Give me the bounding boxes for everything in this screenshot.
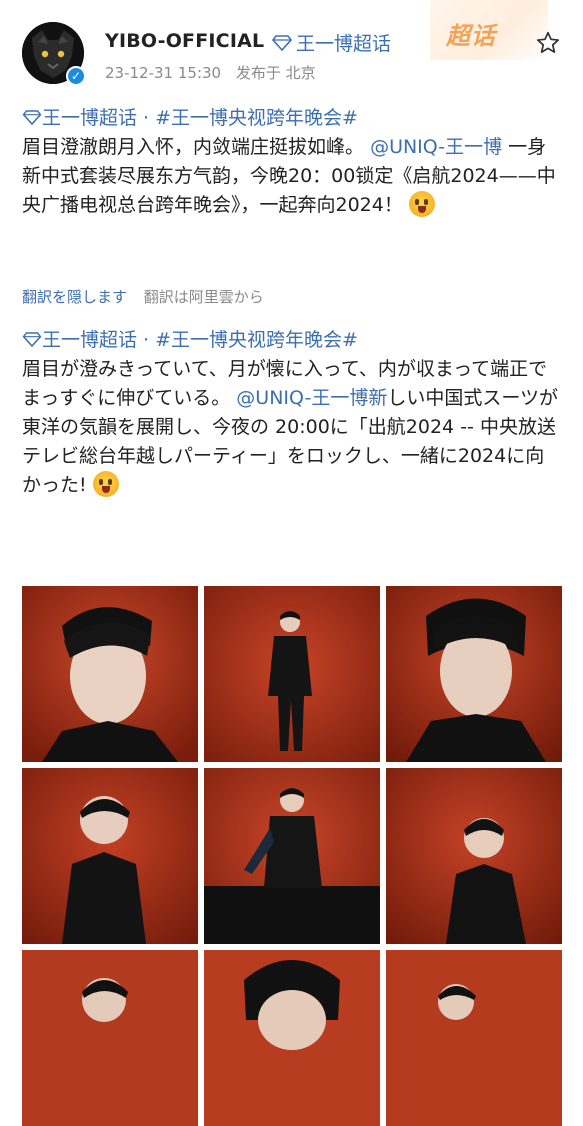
diamond-icon xyxy=(22,332,42,348)
star-outline-icon[interactable] xyxy=(535,30,561,56)
hide-translation-link[interactable]: 翻訳を隠します xyxy=(22,288,127,306)
photo-thumbnail[interactable] xyxy=(386,768,562,944)
photo-thumbnail[interactable] xyxy=(386,586,562,762)
portrait-image xyxy=(386,950,562,1126)
portrait-image xyxy=(22,950,198,1126)
full-body-portrait-image xyxy=(204,586,380,762)
diamond-icon xyxy=(22,110,42,126)
translation-bar: 翻訳を隠します 翻訳は阿里雲から xyxy=(22,286,264,307)
super-topic-name: 王一博超话 xyxy=(296,33,392,55)
screaming-face-emoji xyxy=(92,471,119,497)
photo-thumbnail[interactable] xyxy=(204,950,380,1126)
portrait-closeup-image xyxy=(22,586,198,762)
screaming-face-emoji xyxy=(408,191,435,217)
diamond-icon xyxy=(272,34,292,51)
post-text-translated: 王一博超话 · #王一博央视跨年晚会# 眉目が澄みきっていて、月が懐に入って、内… xyxy=(22,326,562,500)
half-body-portrait-image xyxy=(22,768,198,944)
topic-tag: 王一博超话 xyxy=(42,107,138,129)
post-location: 发布于 北京 xyxy=(235,64,316,82)
photo-thumbnail[interactable] xyxy=(204,586,380,762)
super-topic-link[interactable]: 王一博超话 xyxy=(272,29,391,56)
seated-portrait-image xyxy=(204,768,380,944)
photo-gallery xyxy=(22,586,562,1126)
portrait-image xyxy=(204,950,380,1126)
mention-link[interactable]: @UNIQ-王一博新 xyxy=(236,387,387,409)
hashtag-link[interactable]: #王一博央视跨年晚会# xyxy=(155,329,358,351)
author-name[interactable]: YIBO-OFFICIAL xyxy=(105,30,264,52)
super-topic-badge[interactable]: 超话 xyxy=(446,16,496,51)
body-text: 眉目澄澈朗月入怀，内敛端庄挺拔如峰。 xyxy=(22,136,365,158)
topic-separator: · xyxy=(137,329,156,351)
translation-provider: 翻訳は阿里雲から xyxy=(143,288,264,306)
hashtag-link[interactable]: #王一博央视跨年晚会# xyxy=(155,107,358,129)
topic-tag: 王一博超话 xyxy=(42,329,138,351)
post-meta: 23-12-31 15:30 发布于 北京 xyxy=(105,62,326,83)
verified-badge-icon: ✓ xyxy=(66,66,86,86)
topic-link[interactable]: 王一博超话 xyxy=(22,107,137,129)
photo-thumbnail[interactable] xyxy=(22,950,198,1126)
photo-thumbnail[interactable] xyxy=(386,950,562,1126)
photo-thumbnail[interactable] xyxy=(22,768,198,944)
topic-link[interactable]: 王一博超话 xyxy=(22,329,137,351)
post-timestamp: 23-12-31 15:30 xyxy=(105,64,222,82)
post-text-original: 王一博超话 · #王一博央视跨年晚会# 眉目澄澈朗月入怀，内敛端庄挺拔如峰。 @… xyxy=(22,104,562,220)
post-header: ✓ YIBO-OFFICIAL 王一博超话 23-12-31 15:30 发布于… xyxy=(0,0,583,100)
topic-separator: · xyxy=(137,107,156,129)
standing-portrait-image xyxy=(386,768,562,944)
photo-thumbnail[interactable] xyxy=(204,768,380,944)
mention-link[interactable]: @UNIQ-王一博 xyxy=(370,136,502,158)
photo-thumbnail[interactable] xyxy=(22,586,198,762)
portrait-eyes-closed-image xyxy=(386,586,562,762)
